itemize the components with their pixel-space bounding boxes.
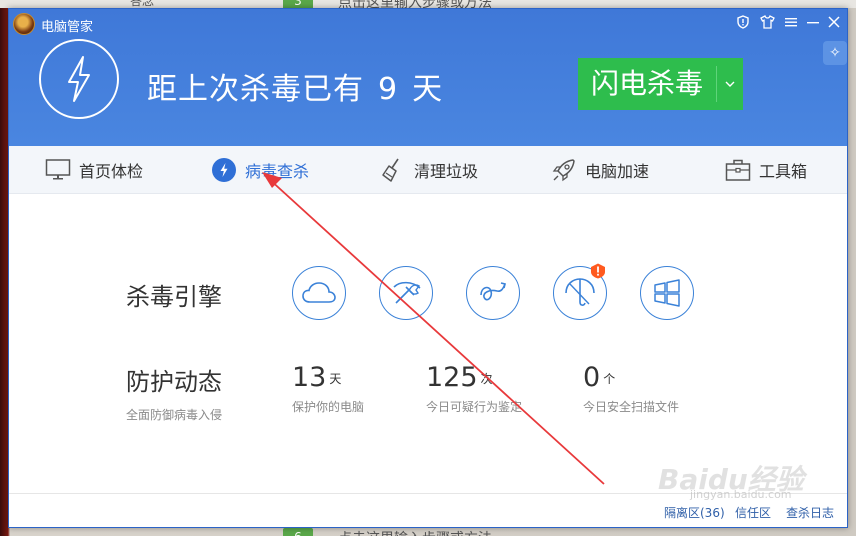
tab-label: 病毒查杀 xyxy=(245,162,310,181)
tab-label: 电脑加速 xyxy=(585,162,650,181)
chevron-down-icon[interactable] xyxy=(717,58,743,110)
scan-log-link[interactable]: 查杀日志 xyxy=(786,504,834,521)
quick-scan-label: 闪电杀毒 xyxy=(590,67,703,100)
minimize-icon[interactable] xyxy=(804,15,822,33)
protection-sublabel: 全面防御病毒入侵 xyxy=(126,408,223,422)
stat-unit: 次 xyxy=(480,372,493,386)
status-prefix: 距上次杀毒已有 xyxy=(147,72,364,107)
background-step-badge-bottom: 6 xyxy=(283,528,313,536)
tab-home-checkup[interactable]: 首页体检 xyxy=(45,146,143,194)
stat-caption: 今日可疑行为鉴定 xyxy=(426,400,523,414)
toolbox-icon xyxy=(725,157,751,183)
stat-value: 125 xyxy=(426,362,478,393)
status-days: 9 xyxy=(378,72,399,107)
shield-alert-icon[interactable] xyxy=(734,15,752,33)
title-bar[interactable]: 电脑管家 xyxy=(9,9,847,39)
trust-zone-link[interactable]: 信任区 xyxy=(735,504,771,521)
menu-icon[interactable] xyxy=(782,15,800,33)
app-title: 电脑管家 xyxy=(41,20,94,35)
windows-engine-icon[interactable] xyxy=(640,266,694,320)
sparkle-icon[interactable]: ✧ xyxy=(823,41,847,65)
pc-manager-window: 电脑管家 ✧ 距上次杀毒已有 9 天 闪电杀毒 首页体检 病毒查杀 清理垃圾 电… xyxy=(8,8,848,528)
stat-caption: 今日安全扫描文件 xyxy=(583,400,680,414)
system-repair-icon[interactable] xyxy=(379,266,433,320)
engines-label: 杀毒引擎 xyxy=(126,283,222,311)
bolt-icon xyxy=(211,157,237,183)
stat-value: 13 xyxy=(292,362,327,393)
main-tabs: 首页体检 病毒查杀 清理垃圾 电脑加速 工具箱 xyxy=(9,146,847,194)
behavior-engine-icon[interactable] xyxy=(466,266,520,320)
tab-speed-up[interactable]: 电脑加速 xyxy=(551,146,649,194)
stat-caption: 保护你的电脑 xyxy=(292,400,365,414)
tshirt-icon[interactable] xyxy=(758,15,776,33)
lightning-status-icon xyxy=(39,39,119,119)
broom-icon xyxy=(380,157,406,183)
background-step-text-bottom: 点击这里输入步骤或方法 xyxy=(338,528,492,536)
cloud-engine-icon[interactable] xyxy=(292,266,346,320)
app-logo-icon xyxy=(13,13,35,35)
protection-label: 防护动态 xyxy=(126,368,222,396)
status-suffix: 天 xyxy=(412,72,444,107)
header-banner: 电脑管家 ✧ 距上次杀毒已有 9 天 闪电杀毒 xyxy=(9,9,847,146)
rocket-icon xyxy=(551,157,577,183)
last-scan-status: 距上次杀毒已有 9 天 xyxy=(147,64,443,108)
stat-suspicious-checks: 125 次 xyxy=(426,362,493,393)
tab-label: 工具箱 xyxy=(759,162,808,181)
tab-virus-scan[interactable]: 病毒查杀 xyxy=(211,146,309,194)
tab-label: 清理垃圾 xyxy=(414,162,479,181)
stat-protected-days: 13 天 xyxy=(292,362,341,393)
tab-clean-junk[interactable]: 清理垃圾 xyxy=(380,146,478,194)
stat-scanned-files: 0个 xyxy=(583,362,615,393)
quarantine-link[interactable]: 隔离区(36) xyxy=(664,504,725,521)
stat-value: 0 xyxy=(583,362,601,393)
stat-unit: 个 xyxy=(603,372,616,386)
baidu-watermark-url: jingyan.baidu.com xyxy=(690,488,792,501)
tab-label: 首页体检 xyxy=(79,162,144,181)
warning-badge-icon xyxy=(590,263,606,279)
tab-toolbox[interactable]: 工具箱 xyxy=(725,146,807,194)
quick-scan-button[interactable]: 闪电杀毒 xyxy=(578,58,743,110)
monitor-icon xyxy=(45,157,71,183)
stat-unit: 天 xyxy=(329,372,342,386)
close-icon[interactable] xyxy=(825,15,843,33)
